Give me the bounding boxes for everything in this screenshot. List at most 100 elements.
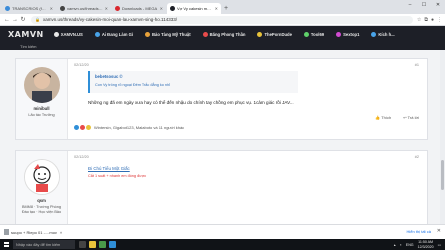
tab-close-icon[interactable]: ✕ (50, 6, 53, 11)
site-logo[interactable]: XAMVN (8, 30, 44, 39)
quote-text: Con Vy trông rõ ngoại Đêm Trắc đẳng ko n… (95, 83, 170, 87)
download-shelf: suupo + Riepo 01 -....mov ˄ Hiển thị tất… (0, 224, 445, 239)
tab-favicon-icon (170, 6, 175, 11)
new-tab-button[interactable]: + (222, 3, 230, 14)
task-view-icon[interactable] (79, 241, 86, 248)
nav-item-sextop1[interactable]: Sextop1 (336, 32, 359, 37)
thread-page: minibull Lão tác Trưởng 02/12/20 #1 bebe… (0, 50, 445, 239)
tab-close-icon[interactable]: ✕ (160, 6, 163, 11)
page-scrollbar[interactable] (440, 50, 445, 239)
windows-icon (3, 242, 9, 247)
post-subtitle: Cắt 1 suất + nhanh em đóng được (88, 174, 147, 178)
site-header: XAMVN XAMVN.US Ai Đang Làm Gì Bảo Tàng M… (0, 26, 445, 50)
tab-close-icon[interactable]: ✕ (215, 6, 218, 11)
tab-close-icon[interactable]: ✕ (105, 6, 108, 11)
url-text: xamvn.us/threads/vy-cakesin-moi-quan-lau… (42, 17, 177, 22)
nav-item-gallery[interactable]: Bảo Tàng Mỹ Thuật (145, 32, 191, 37)
love-reaction-icon (80, 125, 85, 130)
download-item[interactable]: suupo + Riepo 01 -....mov ˄ (4, 229, 62, 235)
taskbar-apps (79, 241, 116, 248)
username[interactable]: qsm (37, 198, 46, 203)
forward-icon[interactable]: → (11, 17, 19, 23)
nav-item-activate[interactable]: Kích h... (371, 32, 395, 37)
close-shelf-button[interactable]: ✕ (437, 228, 441, 234)
file-explorer-icon[interactable] (89, 241, 96, 248)
post-number[interactable]: #1 (415, 63, 419, 67)
maximize-button[interactable]: ☐ (417, 0, 431, 10)
browser-tab-active[interactable]: Vợ Vy cakesin mơi quan lấu xamvn... ✕ (167, 3, 221, 14)
browser-tab[interactable]: Downloads - MEGA ✕ (112, 3, 166, 14)
store-icon[interactable] (109, 241, 116, 248)
reply-button[interactable]: ↩ Trả lời (403, 115, 419, 120)
post-user-panel: qsm BMM8 · Trường Phòng Đào tạo · Học vi… (16, 151, 68, 229)
tab-favicon-icon (5, 6, 10, 11)
window-controls: – ☐ ✕ (403, 0, 445, 10)
chrome-icon[interactable] (99, 241, 106, 248)
reload-icon[interactable]: ↻ (19, 16, 27, 23)
address-bar[interactable]: 🔒 xamvn.us/threads/vy-cakesin-moi-quan-l… (31, 15, 413, 24)
avatar[interactable] (23, 159, 60, 195)
post-number[interactable]: #2 (415, 155, 419, 159)
reply-label: Trả lời (407, 115, 419, 120)
quote-author[interactable]: bebetsosuc © (95, 74, 293, 79)
user-rank-secondary: Đào tạo · Học viện Bảo (21, 210, 62, 214)
nav-item-label: XAMVN.US (60, 32, 83, 37)
taskbar: Nhập vào đây để tìm kiếm ▴ ◖ ENG 11:50 A… (0, 239, 445, 250)
network-icon[interactable]: ▴ (394, 243, 396, 247)
chevron-up-icon[interactable]: ˄ (60, 230, 62, 235)
close-window-button[interactable]: ✕ (431, 0, 445, 10)
post: qsm BMM8 · Trường Phòng Đào tạo · Học vi… (15, 150, 428, 230)
clock[interactable]: 11:50 AM 12/3/2020 (418, 240, 434, 249)
browser-tab[interactable]: xamvn.us/threads/ny-cakesin... ✕ (57, 3, 111, 14)
avatar[interactable] (23, 67, 60, 103)
reaction-bar[interactable]: Wintersin, Gigabot123, Malaboto và 11 ng… (74, 125, 184, 130)
profile-icon[interactable]: ● (431, 17, 434, 23)
notification-icon[interactable]: ▭ (438, 243, 441, 247)
nav-item-label: Bảo Tàng Mỹ Thuật (152, 32, 191, 37)
post-body: 02/12/20 #2 Đi Chú Tiểu Một Giấc Cắt 1 s… (68, 151, 427, 229)
subnav-search-link[interactable]: Tìm kiếm (20, 44, 36, 49)
user-rank: BMM8 · Trường Phòng (21, 205, 61, 209)
post-title-link[interactable]: Đi Chú Tiểu Một Giấc (88, 166, 130, 171)
volume-icon[interactable]: ◖ (400, 243, 402, 247)
tab-title: xamvn.us/threads/ny-cakesin... (67, 6, 103, 11)
nav-item-activity[interactable]: Ai Đang Làm Gì (94, 32, 133, 37)
nav-item-label: Sextop1 (343, 32, 360, 37)
post-date[interactable]: 02/12/20 (74, 63, 89, 67)
post-text: Những ng đã em ngày xưa hay có thể đến n… (88, 100, 294, 105)
nav-item-theporndude[interactable]: ThePornDude (257, 32, 292, 37)
show-all-link[interactable]: Hiển thị tất cả (407, 229, 431, 234)
art-icon (145, 32, 151, 37)
minimize-button[interactable]: – (403, 0, 417, 10)
taskbar-search[interactable]: Nhập vào đây để tìm kiếm (13, 240, 75, 249)
download-filename: suupo + Riepo 01 -....mov (11, 229, 57, 235)
nav-item-home[interactable]: XAMVN.US (53, 32, 83, 37)
username[interactable]: minibull (33, 106, 49, 111)
tool-icon (303, 32, 309, 37)
back-icon[interactable]: ← (3, 17, 11, 23)
reaction-list: Wintersin, Gigabot123, Malaboto và 11 ng… (94, 125, 185, 130)
start-button[interactable] (0, 239, 12, 250)
nav-item-tool69[interactable]: Tool69 (303, 32, 325, 37)
nav-item-ranks[interactable]: Băng Phong Thần (202, 32, 245, 37)
user-rank: Lão tác Trưởng (28, 113, 55, 117)
post-actions: 👍 Thích ↩ Trả lời (375, 115, 419, 120)
like-button[interactable]: 👍 Thích (375, 115, 391, 120)
extensions-icon[interactable]: ⧉ (424, 17, 428, 23)
star-icon[interactable]: ☆ (417, 17, 421, 23)
tab-title: TRANSCRIOS (fVEPROFILE (the... (12, 6, 48, 11)
post-date[interactable]: 02/12/20 (74, 155, 89, 159)
menu-icon[interactable]: ⋮ (437, 17, 442, 23)
language-indicator[interactable]: ENG (406, 243, 414, 247)
star-icon (336, 32, 342, 37)
scrollbar-thumb[interactable] (441, 160, 444, 190)
file-icon (4, 229, 9, 235)
dude-icon (257, 32, 263, 37)
nav-item-label: Tool69 (310, 32, 325, 37)
user-icon (371, 32, 377, 37)
browser-tab[interactable]: TRANSCRIOS (fVEPROFILE (the... ✕ (2, 3, 56, 14)
clock-time: 11:50 AM (418, 240, 434, 244)
quote-block: bebetsosuc © Con Vy trông rõ ngoại Đêm T… (88, 71, 298, 93)
post: minibull Lão tác Trưởng 02/12/20 #1 bebe… (15, 58, 428, 140)
tab-title: Downloads - MEGA (122, 6, 158, 11)
